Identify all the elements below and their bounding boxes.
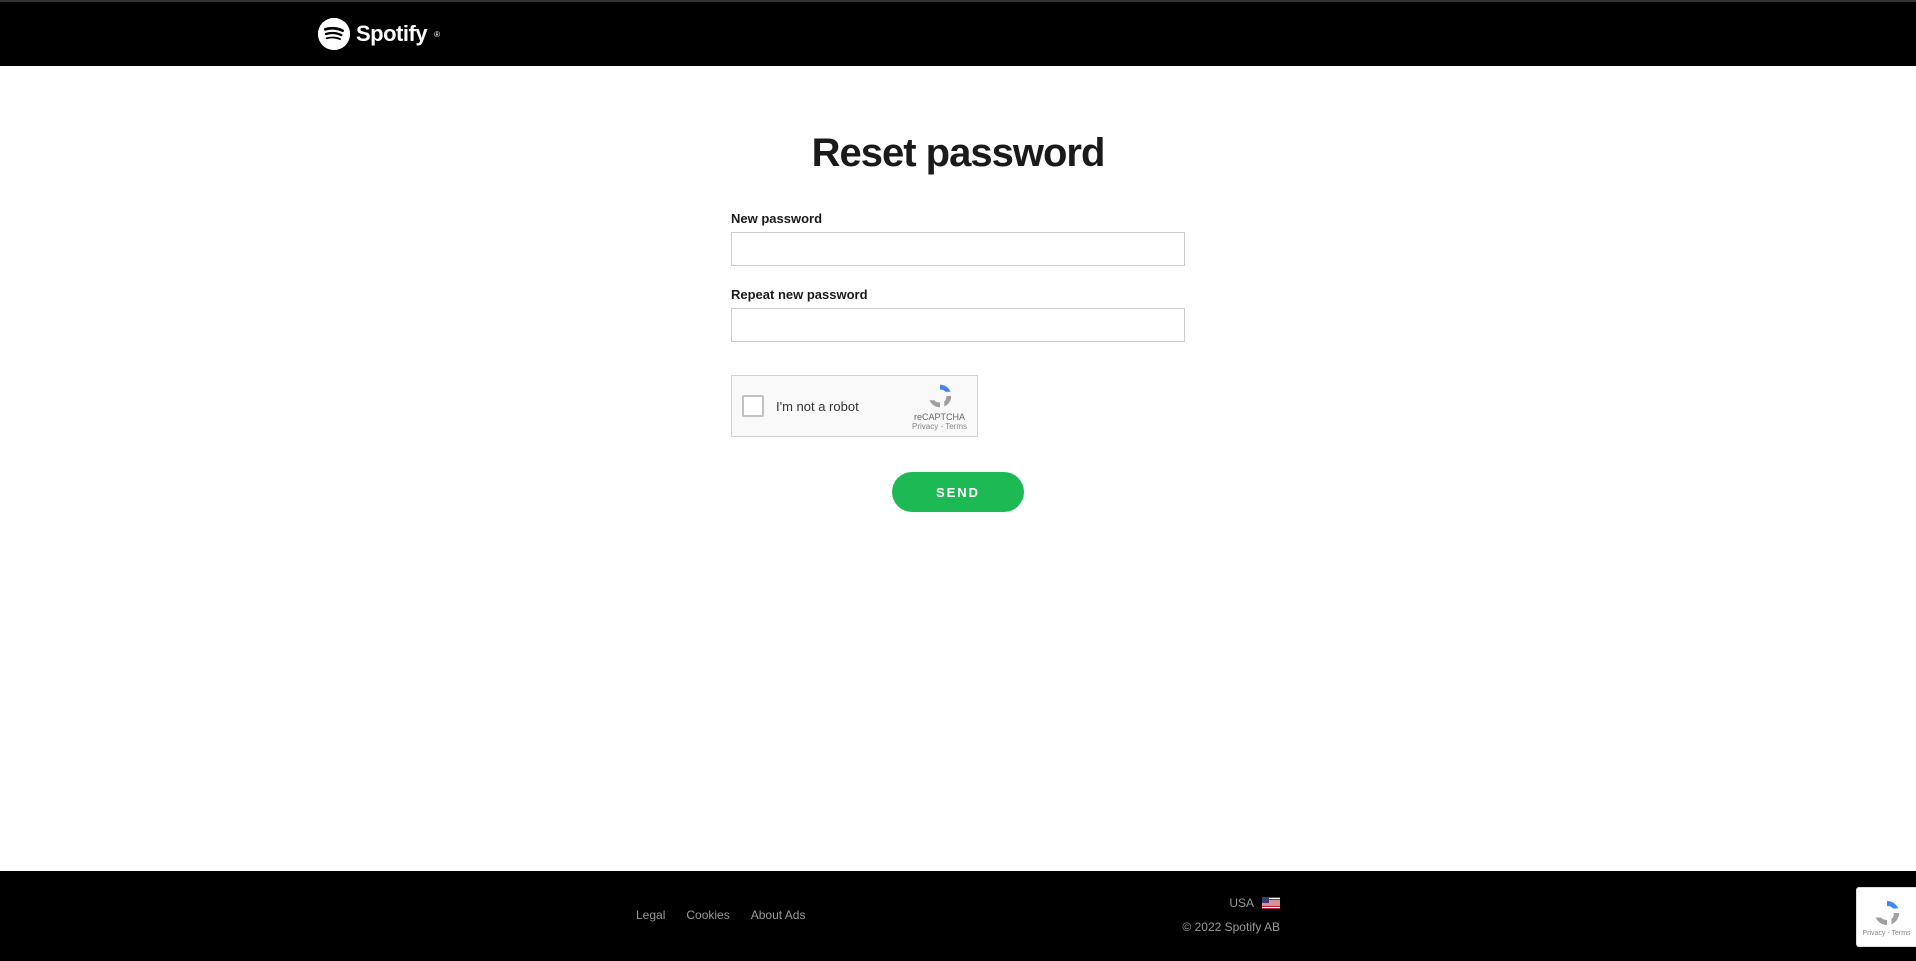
repeat-password-label: Repeat new password — [731, 287, 1185, 302]
repeat-password-input[interactable] — [731, 308, 1185, 342]
spotify-logo[interactable]: Spotify ® — [318, 18, 440, 50]
footer-link-about-ads[interactable]: About Ads — [751, 908, 806, 922]
brand-name: Spotify — [356, 21, 427, 47]
footer-right: USA © 2022 Spotify AB — [1182, 896, 1280, 934]
copyright: © 2022 Spotify AB — [1182, 920, 1280, 934]
recaptcha-brand: reCAPTCHA — [914, 412, 965, 422]
footer: Legal Cookies About Ads USA © 2022 Spoti… — [0, 871, 1916, 961]
country-name: USA — [1229, 896, 1254, 910]
main-content: Reset password New password Repeat new p… — [0, 66, 1916, 871]
recaptcha-checkbox[interactable] — [742, 395, 764, 417]
recaptcha-info: reCAPTCHA Privacy - Terms — [912, 382, 967, 431]
footer-links: Legal Cookies About Ads — [636, 908, 805, 922]
recaptcha-badge[interactable]: Privacy - Terms — [1856, 887, 1916, 947]
country-selector[interactable]: USA — [1229, 896, 1280, 910]
header: Spotify ® — [0, 2, 1916, 66]
recaptcha-icon — [926, 382, 954, 410]
recaptcha-label: I'm not a robot — [776, 399, 859, 414]
recaptcha-privacy-link[interactable]: Privacy — [912, 422, 938, 431]
page-title: Reset password — [812, 131, 1105, 176]
send-button[interactable]: SEND — [892, 472, 1024, 512]
footer-link-legal[interactable]: Legal — [636, 908, 665, 922]
recaptcha-widget: I'm not a robot reCAPTCHA Privacy - Term… — [731, 375, 978, 437]
recaptcha-terms-link[interactable]: Terms — [945, 422, 967, 431]
new-password-input[interactable] — [731, 232, 1185, 266]
registered-mark: ® — [434, 30, 440, 39]
recaptcha-badge-text: Privacy - Terms — [1862, 930, 1910, 937]
reset-password-form: New password Repeat new password I'm not… — [731, 211, 1185, 512]
recaptcha-badge-icon — [1872, 898, 1902, 928]
spotify-icon — [318, 18, 350, 50]
footer-link-cookies[interactable]: Cookies — [686, 908, 729, 922]
usa-flag-icon — [1262, 897, 1280, 909]
recaptcha-links: Privacy - Terms — [912, 422, 967, 431]
footer-inner: Legal Cookies About Ads USA © 2022 Spoti… — [318, 896, 1598, 934]
new-password-label: New password — [731, 211, 1185, 226]
